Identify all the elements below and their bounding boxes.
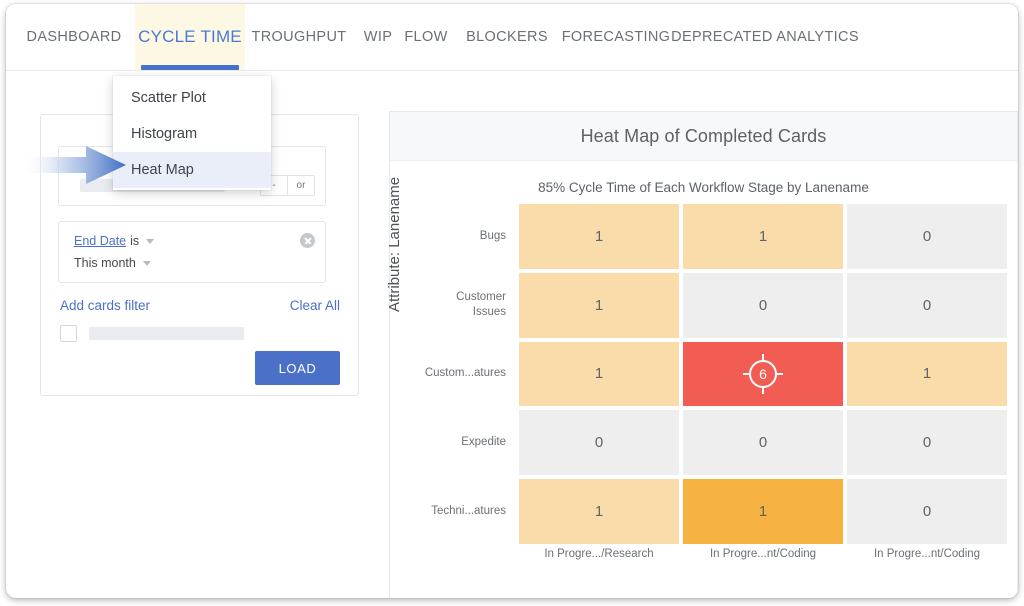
add-cards-filter-link[interactable]: Add cards filter bbox=[60, 298, 150, 313]
date-filter-value-row: This month bbox=[74, 256, 151, 270]
heatmap-cell[interactable]: 0 bbox=[847, 410, 1007, 476]
nav-tab-forecasting[interactable]: FORECASTING bbox=[562, 4, 670, 70]
heatmap-cell[interactable]: 0 bbox=[519, 410, 679, 476]
heatmap-cell-value: 1 bbox=[758, 503, 768, 521]
heatmap-cell[interactable]: 1 bbox=[847, 341, 1007, 407]
range-or-button[interactable]: or bbox=[287, 176, 314, 195]
heatmap-cell-value: 0 bbox=[922, 296, 932, 314]
heatmap-row-label: Customer Issues bbox=[456, 290, 506, 319]
heatmap-cell-value: 0 bbox=[758, 296, 768, 314]
heatmap-cell-value: 1 bbox=[594, 296, 604, 314]
nav-tab-dashboard[interactable]: DASHBOARD bbox=[26, 4, 122, 70]
app-window: DASHBOARD CYCLE TIME TROUGHPUT WIP FLOW BLOCK… bbox=[6, 4, 1018, 598]
chevron-down-icon-operator[interactable] bbox=[146, 238, 155, 244]
clear-all-link[interactable]: Clear All bbox=[290, 298, 340, 313]
heatmap-cell[interactable]: 1 bbox=[683, 479, 843, 544]
cycle-time-dropdown-menu: Scatter Plot Histogram Heat Map bbox=[113, 76, 271, 190]
heatmap-cell[interactable]: 1 bbox=[519, 479, 679, 544]
heatmap-chart-card: Heat Map of Completed Cards 85% Cycle Ti… bbox=[386, 111, 1018, 598]
heatmap-cell[interactable]: 1 bbox=[519, 272, 679, 338]
date-filter-value-label[interactable]: This month bbox=[74, 256, 136, 270]
date-filter-field-link[interactable]: End Date bbox=[74, 234, 126, 248]
y-axis-title: Attribute: Lanename bbox=[386, 176, 403, 312]
date-filter-field-row: End Date is bbox=[74, 234, 155, 248]
chart-header: Heat Map of Completed Cards bbox=[390, 112, 1017, 161]
dropdown-item-histogram[interactable]: Histogram bbox=[113, 116, 271, 152]
heatmap-column-label: In Progre...nt/Coding bbox=[709, 548, 817, 560]
heatmap-cell-value: 0 bbox=[922, 503, 932, 521]
nav-tab-blockers[interactable]: BLOCKERS bbox=[464, 4, 550, 70]
heatmap-cell-value: 6 bbox=[759, 365, 767, 382]
heatmap-row-label: Techni...atures bbox=[431, 504, 506, 517]
heatmap-cell[interactable]: 1 bbox=[683, 204, 843, 269]
heatmap-cell[interactable]: 0 bbox=[847, 272, 1007, 338]
chevron-down-icon-value[interactable] bbox=[142, 260, 151, 266]
close-icon[interactable] bbox=[300, 233, 315, 248]
nav-tab-wip[interactable]: WIP bbox=[358, 4, 398, 70]
heatmap-cell[interactable]: 6 bbox=[683, 341, 843, 407]
heatmap-cell-value: 1 bbox=[594, 503, 604, 521]
heatmap-cell-value: 1 bbox=[758, 227, 768, 245]
heatmap-column-label: In Progre.../Research bbox=[544, 548, 654, 560]
heatmap-row-label: Expedite bbox=[461, 436, 506, 449]
heatmap-cell-value: 1 bbox=[922, 365, 932, 383]
top-navigation-bar: DASHBOARD CYCLE TIME TROUGHPUT WIP FLOW BLOCK… bbox=[6, 4, 1018, 71]
heatmap-cell[interactable]: 0 bbox=[847, 479, 1007, 544]
heatmap-row-labels: Bugs Customer Issues Custom...atures Expedit… bbox=[410, 204, 514, 544]
heatmap-column-label: In Progre...nt/Coding bbox=[873, 548, 981, 560]
heatmap-cell[interactable]: 0 bbox=[683, 272, 843, 338]
nav-tab-cycle-time[interactable]: CYCLE TIME bbox=[135, 4, 245, 70]
heatmap-row-label: Custom...atures bbox=[424, 367, 506, 380]
heatmap-cell[interactable]: 1 bbox=[519, 341, 679, 407]
nav-tab-troughput[interactable]: TROUGHPUT bbox=[251, 4, 347, 70]
nav-tab-deprecated-analytics[interactable]: DEPRECATED ANALYTICS bbox=[671, 4, 858, 70]
chart-title: Heat Map of Completed Cards bbox=[580, 125, 827, 146]
dropdown-item-scatter-plot[interactable]: Scatter Plot bbox=[113, 80, 271, 116]
load-button[interactable]: LOAD bbox=[255, 351, 340, 385]
heatmap-row-label: Bugs bbox=[479, 229, 506, 242]
heatmap-cell-value: 0 bbox=[922, 434, 932, 452]
heatmap-cell-value: 1 bbox=[594, 365, 604, 383]
date-filter-box: End Date is This month bbox=[58, 221, 326, 283]
heatmap-cell-value: 0 bbox=[922, 227, 932, 245]
heatmap-cell-value: 0 bbox=[758, 434, 768, 452]
heatmap-cell[interactable]: 0 bbox=[847, 204, 1007, 269]
chart-subtitle: 85% Cycle Time of Each Workflow Stage by… bbox=[538, 180, 869, 195]
heatmap-cell-value: 0 bbox=[594, 434, 604, 452]
heatmap-grid: 1 1 0 1 0 0 1 6 1 0 0 0 1 1 0 bbox=[519, 204, 1007, 544]
date-filter-operator-label: is bbox=[130, 234, 140, 248]
nav-tab-flow[interactable]: FLOW bbox=[402, 4, 450, 70]
filter-row-placeholder-bar bbox=[89, 327, 244, 340]
dropdown-item-heat-map[interactable]: Heat Map bbox=[113, 152, 271, 188]
heatmap-cell-value: 1 bbox=[594, 227, 604, 245]
filter-row-checkbox[interactable] bbox=[60, 325, 77, 342]
heatmap-column-labels: In Progre.../Research In Progre...nt/Codi… bbox=[519, 548, 1007, 560]
heatmap-cell[interactable]: 1 bbox=[519, 204, 679, 269]
heatmap-cell[interactable]: 0 bbox=[683, 410, 843, 476]
